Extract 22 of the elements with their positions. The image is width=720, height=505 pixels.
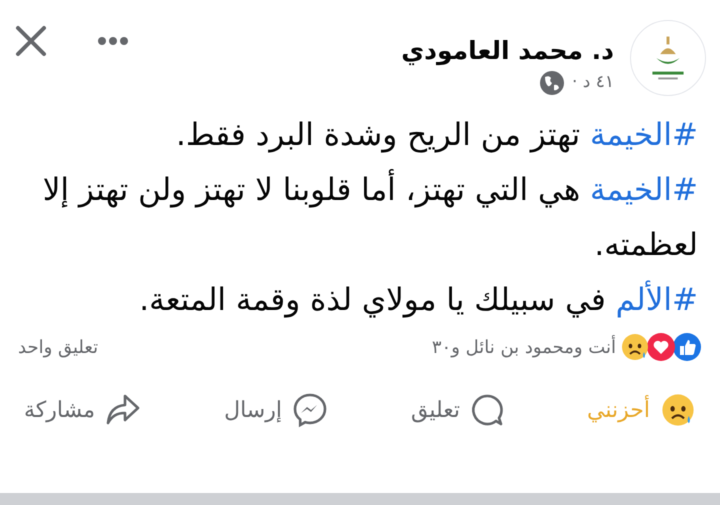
comment-count[interactable]: تعليق واحد — [18, 334, 98, 360]
like-icon — [672, 332, 702, 362]
globe-icon — [540, 70, 564, 95]
hashtag-link[interactable]: #الألم — [616, 282, 698, 318]
post-paragraph: #الخيمة تهتز من الريح وشدة البرد فقط. — [174, 116, 698, 155]
comment-button[interactable]: تعليق — [404, 388, 510, 432]
author-name[interactable]: د. محمد العامودي — [401, 36, 614, 66]
share-icon — [105, 393, 142, 427]
hashtag-link[interactable]: #الخيمة — [590, 117, 698, 153]
hashtag-link[interactable]: #الخيمة — [590, 172, 698, 208]
send-button[interactable]: إرسال — [218, 388, 334, 432]
post-paragraph: #الألم في سبيلك يا مولاي لذة وقمة المتعة. — [138, 279, 698, 320]
post-paragraph: #الخيمة هي التي تهتز، أما قلوبنا لا تهتز ولن تهتز إلا لعظمته. — [22, 163, 698, 273]
sad-face-icon — [660, 392, 696, 428]
comment-icon — [470, 393, 504, 427]
share-button[interactable]: مشاركة — [18, 388, 148, 432]
sad-face-icon — [620, 332, 650, 362]
post-time[interactable]: ٤١ د · — [572, 70, 614, 96]
messenger-icon — [292, 392, 328, 428]
close-icon[interactable] — [14, 24, 48, 58]
reaction-summary[interactable]: أنت ومحمود بن نائل و٣٠ — [432, 334, 616, 360]
more-icon[interactable] — [96, 34, 130, 48]
